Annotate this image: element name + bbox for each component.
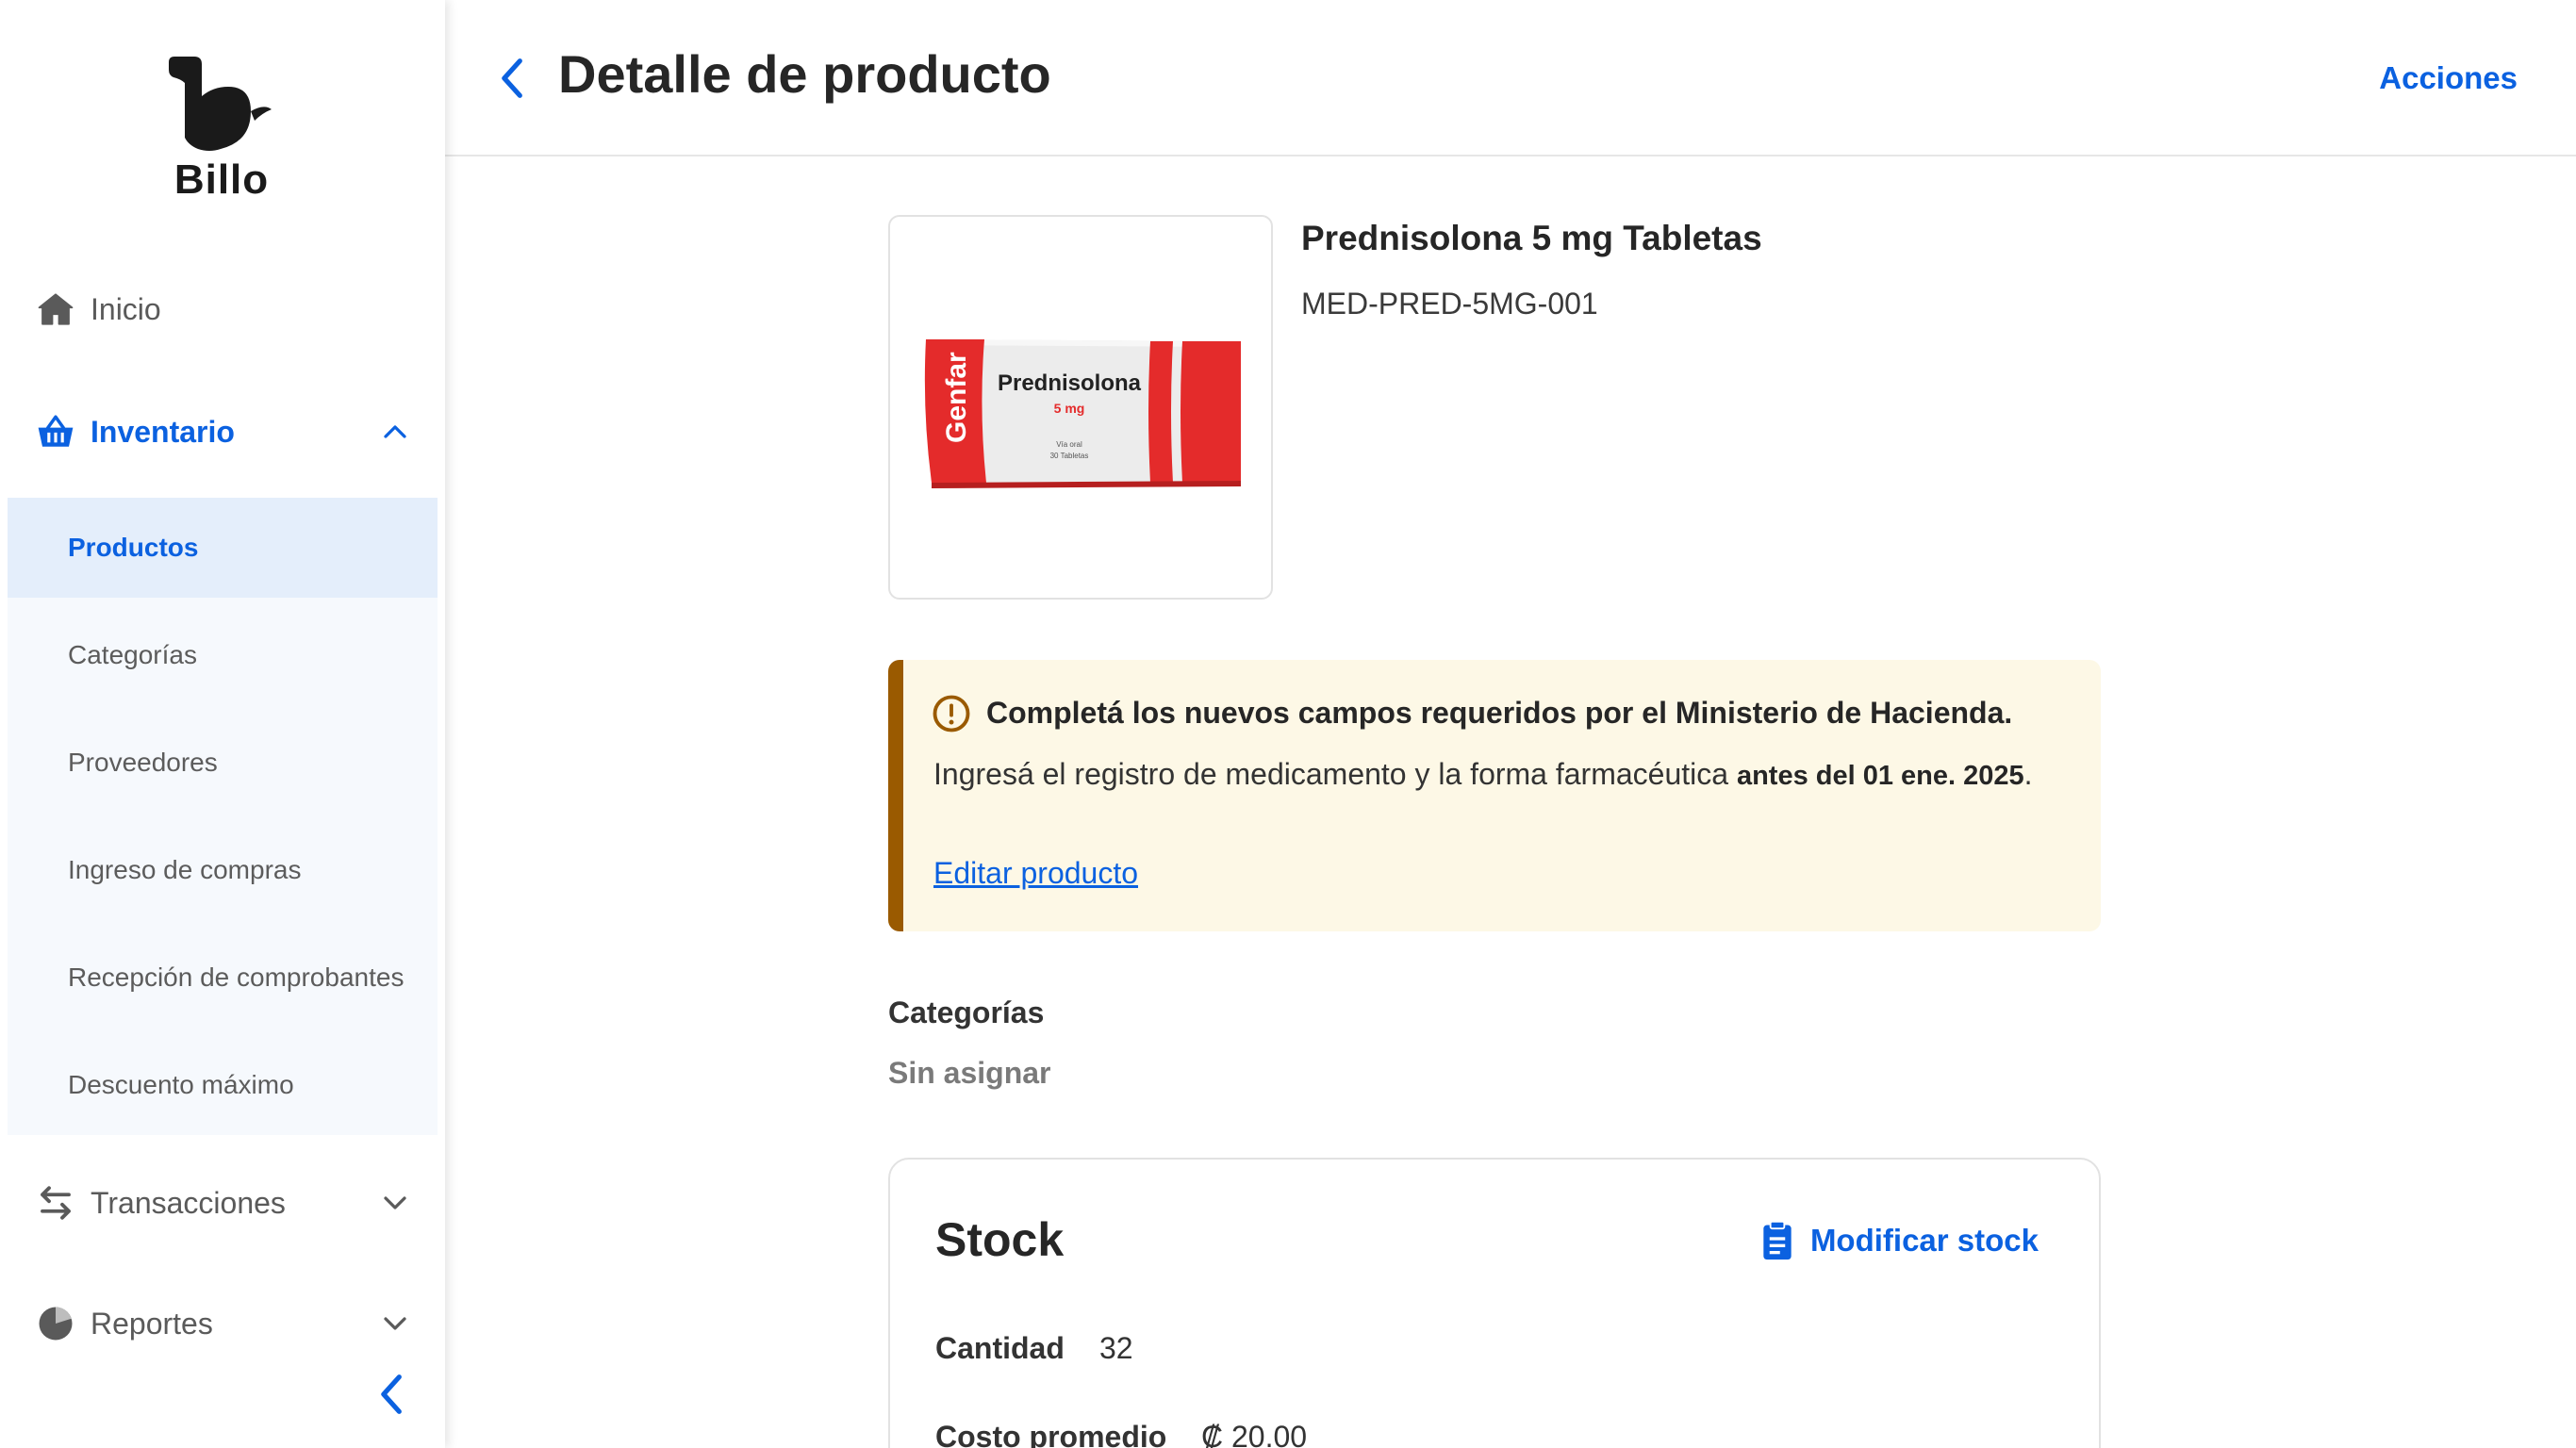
sidebar-item-reportes[interactable]: Reportes <box>0 1286 445 1361</box>
submenu-item-productos[interactable]: Productos <box>8 498 438 598</box>
pie-chart-icon <box>34 1302 77 1345</box>
sidebar-item-transacciones[interactable]: Transacciones <box>0 1165 445 1241</box>
swap-arrows-icon <box>34 1181 77 1225</box>
quantity-label: Cantidad <box>935 1331 1065 1365</box>
sidebar-item-label: Reportes <box>91 1306 213 1341</box>
chevron-down-icon[interactable] <box>379 1308 411 1340</box>
product-image-count: 30 Tabletas <box>1050 452 1089 460</box>
quantity-value: 32 <box>1099 1331 1133 1365</box>
product-image: Genfar Prednisolona 5 mg Vía oral 30 Tab… <box>888 215 1273 600</box>
collapse-sidebar-button[interactable] <box>373 1371 411 1418</box>
submenu-item-proveedores[interactable]: Proveedores <box>8 713 438 813</box>
stock-title: Stock <box>935 1213 1065 1266</box>
hacienda-warning-alert: Completá los nuevos campos requeridos po… <box>888 660 2101 931</box>
submenu-item-label: Categorías <box>68 640 197 669</box>
warning-icon <box>932 694 971 733</box>
product-name: Prednisolona 5 mg Tabletas <box>1301 219 1762 257</box>
sidebar-item-label: Transacciones <box>91 1185 286 1220</box>
submenu-item-descuento-maximo[interactable]: Descuento máximo <box>8 1035 438 1135</box>
home-icon <box>34 288 77 331</box>
billo-logo-text: Billo <box>173 156 270 203</box>
submenu-item-label: Ingreso de compras <box>68 855 302 884</box>
product-image-dose: 5 mg <box>1054 401 1085 416</box>
submenu-item-label: Recepción de comprobantes <box>68 963 405 992</box>
sidebar-item-inicio[interactable]: Inicio <box>0 272 445 347</box>
product-sku: MED-PRED-5MG-001 <box>1301 287 1598 321</box>
page-header: Detalle de producto Acciones <box>445 0 2576 156</box>
stock-card: Stock Modificar stock Cantidad 32 Costo … <box>888 1158 2101 1448</box>
categories-value: Sin asignar <box>888 1056 1051 1090</box>
chevron-down-icon[interactable] <box>379 1187 411 1219</box>
actions-button[interactable]: Acciones <box>2379 60 2518 96</box>
clipboard-icon <box>1761 1220 1793 1261</box>
categories-label: Categorías <box>888 996 1045 1029</box>
submenu-item-ingreso-compras[interactable]: Ingreso de compras <box>8 820 438 920</box>
sidebar-item-label: Inventario <box>91 414 235 449</box>
submenu-item-categorias[interactable]: Categorías <box>8 605 438 705</box>
sidebar-item-label: Inicio <box>91 291 161 326</box>
submenu-item-label: Productos <box>68 533 199 562</box>
product-image-route: Vía oral <box>1056 440 1082 449</box>
product-image-drug: Prednisolona <box>998 370 1142 396</box>
chevron-left-icon <box>381 1374 402 1414</box>
alert-body-end: . <box>2023 757 2033 791</box>
billo-logo[interactable]: Billo <box>160 55 283 206</box>
submenu-item-recepcion-comprobantes[interactable]: Recepción de comprobantes <box>8 928 438 1028</box>
alert-body: Ingresá el registro de medicamento y la … <box>933 750 2074 799</box>
back-button[interactable] <box>492 53 534 104</box>
modify-stock-label: Modificar stock <box>1809 1223 2039 1258</box>
chevron-up-icon[interactable] <box>379 416 411 448</box>
sidebar: Billo Inicio Inventario Productos Catego… <box>0 0 445 1448</box>
alert-title: Completá los nuevos campos requeridos po… <box>986 696 2013 730</box>
avg-cost-label: Costo promedio <box>935 1420 1167 1448</box>
alert-deadline: antes del 01 ene. 2025 <box>1736 761 2024 791</box>
product-box-image: Genfar Prednisolona 5 mg Vía oral 30 Tab… <box>924 339 1241 488</box>
sidebar-item-inventario[interactable]: Inventario <box>0 394 445 469</box>
avg-cost-value: ₡ 20.00 <box>1201 1420 1308 1448</box>
submenu-item-label: Descuento máximo <box>68 1070 294 1099</box>
alert-body-text: Ingresá el registro de medicamento y la … <box>933 757 1737 791</box>
chevron-left-icon <box>502 58 522 98</box>
inventory-submenu: Productos Categorías Proveedores Ingreso… <box>8 498 438 1135</box>
edit-product-link[interactable]: Editar producto <box>933 856 1138 891</box>
product-image-brand: Genfar <box>941 352 972 443</box>
modify-stock-button[interactable]: Modificar stock <box>1761 1220 2039 1261</box>
billo-logo-mark <box>169 57 272 151</box>
submenu-item-label: Proveedores <box>68 748 218 777</box>
page-title: Detalle de producto <box>558 44 1051 104</box>
basket-icon <box>34 410 77 453</box>
